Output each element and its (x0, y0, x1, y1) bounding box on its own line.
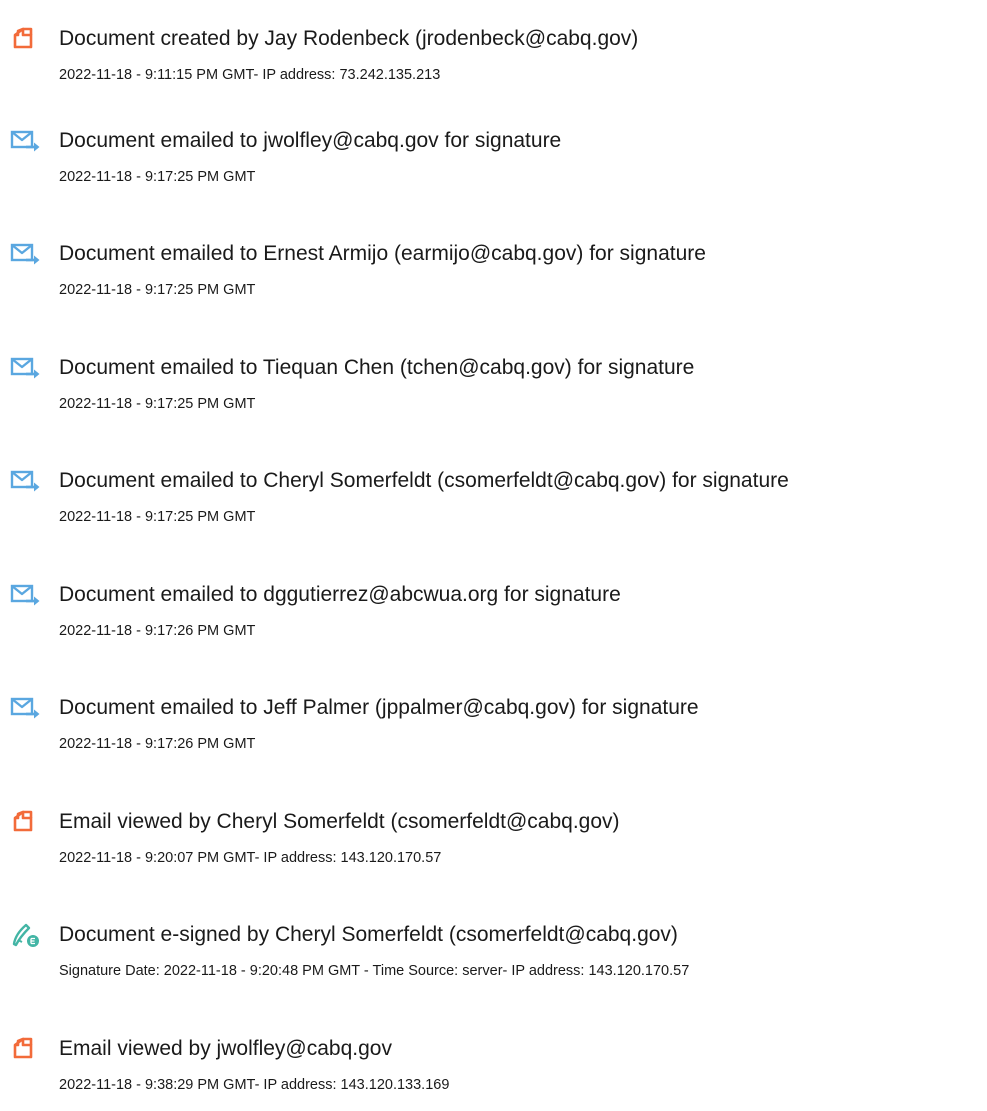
event-title: Document emailed to Jeff Palmer (jppalme… (59, 696, 699, 719)
audit-event: Document created by Jay Rodenbeck (jrode… (0, 21, 987, 101)
esign-icon (9, 920, 43, 950)
email-icon (9, 693, 43, 723)
event-title: Document e-signed by Cheryl Somerfeldt (… (59, 923, 678, 946)
audit-event: Document emailed to Jeff Palmer (jppalme… (0, 690, 987, 770)
event-detail: 2022-11-18 - 9:17:25 PM GMT (59, 509, 256, 525)
audit-event: Document emailed to jwolfley@cabq.gov fo… (0, 123, 987, 203)
document-icon (9, 24, 43, 54)
event-title: Document emailed to Ernest Armijo (earmi… (59, 242, 706, 265)
audit-event: Email viewed by jwolfley@cabq.gov 2022-1… (0, 1031, 987, 1111)
event-title: Email viewed by jwolfley@cabq.gov (59, 1037, 392, 1060)
event-detail: 2022-11-18 - 9:11:15 PM GMT- IP address:… (59, 67, 441, 83)
event-detail: 2022-11-18 - 9:17:26 PM GMT (59, 736, 256, 752)
email-icon (9, 353, 43, 383)
event-title: Email viewed by Cheryl Somerfeldt (csome… (59, 810, 620, 833)
audit-event: Document emailed to dggutierrez@abcwua.o… (0, 577, 987, 657)
event-title: Document emailed to dggutierrez@abcwua.o… (59, 583, 621, 606)
document-icon (9, 1034, 43, 1064)
email-icon (9, 126, 43, 156)
document-icon (9, 807, 43, 837)
event-title: Document emailed to Tiequan Chen (tchen@… (59, 356, 695, 379)
event-detail: 2022-11-18 - 9:38:29 PM GMT- IP address:… (59, 1077, 450, 1093)
event-title: Document created by Jay Rodenbeck (jrode… (59, 27, 639, 50)
email-icon (9, 580, 43, 610)
event-title: Document emailed to jwolfley@cabq.gov fo… (59, 129, 562, 152)
audit-event: Document emailed to Cheryl Somerfeldt (c… (0, 463, 987, 543)
audit-event: Document emailed to Ernest Armijo (earmi… (0, 236, 987, 316)
email-icon (9, 466, 43, 496)
event-detail: 2022-11-18 - 9:20:07 PM GMT- IP address:… (59, 850, 442, 866)
audit-event: Document emailed to Tiequan Chen (tchen@… (0, 350, 987, 430)
event-detail: 2022-11-18 - 9:17:25 PM GMT (59, 396, 256, 412)
event-detail: 2022-11-18 - 9:17:26 PM GMT (59, 623, 256, 639)
event-detail: Signature Date: 2022-11-18 - 9:20:48 PM … (59, 963, 690, 979)
audit-event: Document e-signed by Cheryl Somerfeldt (… (0, 917, 987, 997)
event-title: Document emailed to Cheryl Somerfeldt (c… (59, 469, 789, 492)
event-detail: 2022-11-18 - 9:17:25 PM GMT (59, 169, 256, 185)
email-icon (9, 239, 43, 269)
event-detail: 2022-11-18 - 9:17:25 PM GMT (59, 282, 256, 298)
audit-event: Email viewed by Cheryl Somerfeldt (csome… (0, 804, 987, 884)
